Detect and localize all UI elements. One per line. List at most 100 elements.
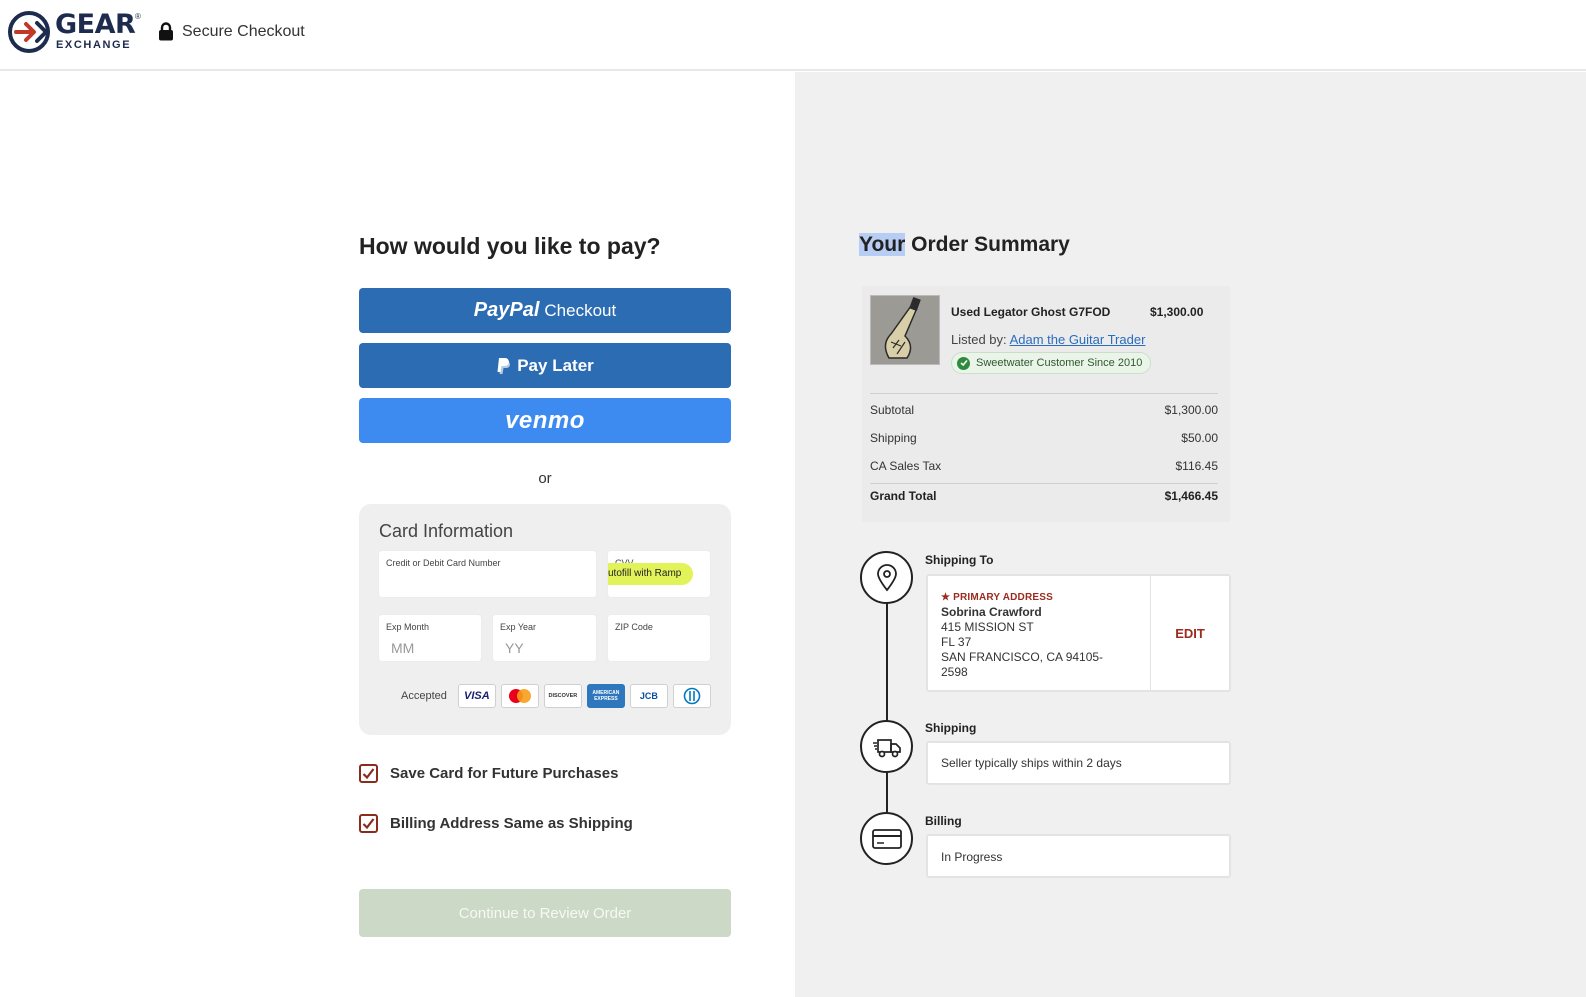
venmo-logo: venmo <box>505 406 585 434</box>
primary-address-label: ★ PRIMARY ADDRESS <box>941 592 1054 603</box>
recipient-name: Sobrina Crawford <box>941 605 1042 619</box>
payment-title: How would you like to pay? <box>359 233 661 259</box>
save-card-checkbox-row[interactable]: Save Card for Future Purchases <box>359 764 618 783</box>
checkmark-icon <box>362 768 375 780</box>
logo-arrow-icon <box>8 11 50 53</box>
logo-subtext: EXCHANGE <box>56 39 132 51</box>
item-name: Used Legator Ghost G7FOD <box>951 305 1111 319</box>
gear-exchange-logo[interactable]: GEAR ® EXCHANGE <box>7 10 142 54</box>
grand-total-label: Grand Total <box>870 489 937 503</box>
exp-month-placeholder: MM <box>391 640 415 656</box>
shipping-label: Shipping <box>925 721 977 735</box>
card-information-title: Card Information <box>379 521 514 541</box>
mastercard-icon <box>500 684 539 708</box>
paypal-pay-later-button[interactable]: Pay Later <box>359 343 731 388</box>
logo-registered-mark: ® <box>135 12 141 21</box>
timeline-line <box>886 772 888 812</box>
paypal-p-icon <box>497 357 511 374</box>
accepted-label: Accepted <box>401 690 447 702</box>
address-line-2: FL 37 <box>941 635 972 649</box>
autofill-with-ramp-button[interactable]: utofill with Ramp <box>608 563 694 585</box>
accepted-cards: Accepted VISA DISCOVER AMERICAN EXPRESS … <box>401 684 711 708</box>
exp-year-field[interactable]: Exp Year YY <box>492 614 597 662</box>
shipping-step <box>860 720 913 773</box>
address-line-4: 2598 <box>941 665 968 679</box>
seller-link[interactable]: Adam the Guitar Trader <box>1010 332 1146 347</box>
shipping-value: $50.00 <box>1181 431 1218 445</box>
edit-address-button[interactable]: EDIT <box>1151 576 1229 690</box>
card-information-section: Card Information Credit or Debit Card Nu… <box>359 504 731 735</box>
save-card-label: Save Card for Future Purchases <box>390 765 619 782</box>
cvv-field[interactable]: CVV utofill with Ramp <box>607 550 711 598</box>
credit-card-icon <box>871 828 902 849</box>
jcb-icon: JCB <box>629 684 668 708</box>
paypal-logo: PayPal <box>473 299 540 321</box>
paypal-checkout-label: Checkout <box>544 300 617 320</box>
exp-month-field[interactable]: Exp Month MM <box>378 614 482 662</box>
billing-step <box>860 812 913 865</box>
card-number-label: Credit or Debit Card Number <box>386 558 501 568</box>
exp-month-label: Exp Month <box>386 622 430 632</box>
sales-tax-label: CA Sales Tax <box>870 459 942 473</box>
subtotal-row: Subtotal $1,300.00 <box>870 403 1218 417</box>
summary-divider <box>870 393 1218 394</box>
diners-icon <box>672 684 711 708</box>
order-summary-title-rest: Order Summary <box>905 233 1070 256</box>
listed-by-label: Listed by: <box>951 332 1007 347</box>
order-summary-title: Your Order Summary <box>859 233 1070 257</box>
venmo-button[interactable]: venmo <box>359 398 731 443</box>
shipping-label: Shipping <box>870 431 917 445</box>
shipping-info-box: Seller typically ships within 2 days <box>926 741 1231 785</box>
logo-text: GEAR <box>55 9 136 40</box>
address-line-3: SAN FRANCISCO, CA 94105- <box>941 650 1104 664</box>
secure-checkout: Secure Checkout <box>158 22 305 41</box>
delivery-truck-icon <box>872 738 901 757</box>
shipping-row: Shipping $50.00 <box>870 431 1218 445</box>
card-number-field[interactable]: Credit or Debit Card Number <box>378 550 597 598</box>
location-pin-icon <box>876 563 897 591</box>
exp-year-placeholder: YY <box>505 640 524 656</box>
checkmark-icon <box>362 818 375 830</box>
guitar-image <box>871 296 939 364</box>
save-card-checkbox[interactable] <box>359 764 378 783</box>
billing-same-checkbox-row[interactable]: Billing Address Same as Shipping <box>359 814 633 833</box>
product-thumbnail[interactable] <box>870 295 940 365</box>
order-summary-title-highlight: Your <box>859 233 906 256</box>
billing-label: Billing <box>925 814 962 828</box>
verified-check-icon <box>957 356 970 370</box>
continue-to-review-order-button[interactable]: Continue to Review Order <box>359 889 731 937</box>
grand-total-row: Grand Total $1,466.45 <box>870 489 1218 503</box>
customer-since-badge: Sweetwater Customer Since 2010 <box>951 352 1152 374</box>
lock-icon <box>159 22 173 41</box>
visa-icon: VISA <box>457 684 496 708</box>
zip-code-label: ZIP Code <box>615 622 653 632</box>
address-details: ★ PRIMARY ADDRESS Sobrina Crawford 415 M… <box>941 590 1146 680</box>
timeline-line <box>886 603 888 721</box>
grand-total-value: $1,466.45 <box>1164 489 1218 503</box>
amex-icon: AMERICAN EXPRESS <box>586 684 625 708</box>
exp-year-label: Exp Year <box>500 622 537 632</box>
subtotal-label: Subtotal <box>870 403 915 417</box>
or-divider: or <box>538 470 552 487</box>
billing-same-checkbox[interactable] <box>359 814 378 833</box>
subtotal-value: $1,300.00 <box>1164 403 1218 417</box>
sales-tax-value: $116.45 <box>1175 459 1219 473</box>
shipping-address-card: ★ PRIMARY ADDRESS Sobrina Crawford 415 M… <box>926 574 1231 692</box>
shipping-to-label: Shipping To <box>925 553 994 567</box>
item-price: $1,300.00 <box>1150 305 1204 319</box>
address-line-1: 415 MISSION ST <box>941 620 1034 634</box>
paypal-checkout-button[interactable]: PayPal Checkout <box>359 288 731 333</box>
billing-same-label: Billing Address Same as Shipping <box>390 815 633 832</box>
secure-checkout-label: Secure Checkout <box>182 22 305 40</box>
pay-later-label: Pay Later <box>517 355 594 375</box>
customer-since-label: Sweetwater Customer Since 2010 <box>976 357 1143 369</box>
header: GEAR ® EXCHANGE Secure Checkout <box>0 0 1586 71</box>
zip-code-field[interactable]: ZIP Code <box>607 614 711 662</box>
discover-icon: DISCOVER <box>543 684 582 708</box>
order-summary-card: Used Legator Ghost G7FOD $1,300.00 Liste… <box>862 286 1230 522</box>
sales-tax-row: CA Sales Tax $116.45 <box>870 459 1218 473</box>
listed-by: Listed by: Adam the Guitar Trader <box>951 332 1145 347</box>
shipping-to-step <box>860 551 913 604</box>
total-divider <box>870 483 1218 484</box>
billing-status-box: In Progress <box>926 834 1231 878</box>
